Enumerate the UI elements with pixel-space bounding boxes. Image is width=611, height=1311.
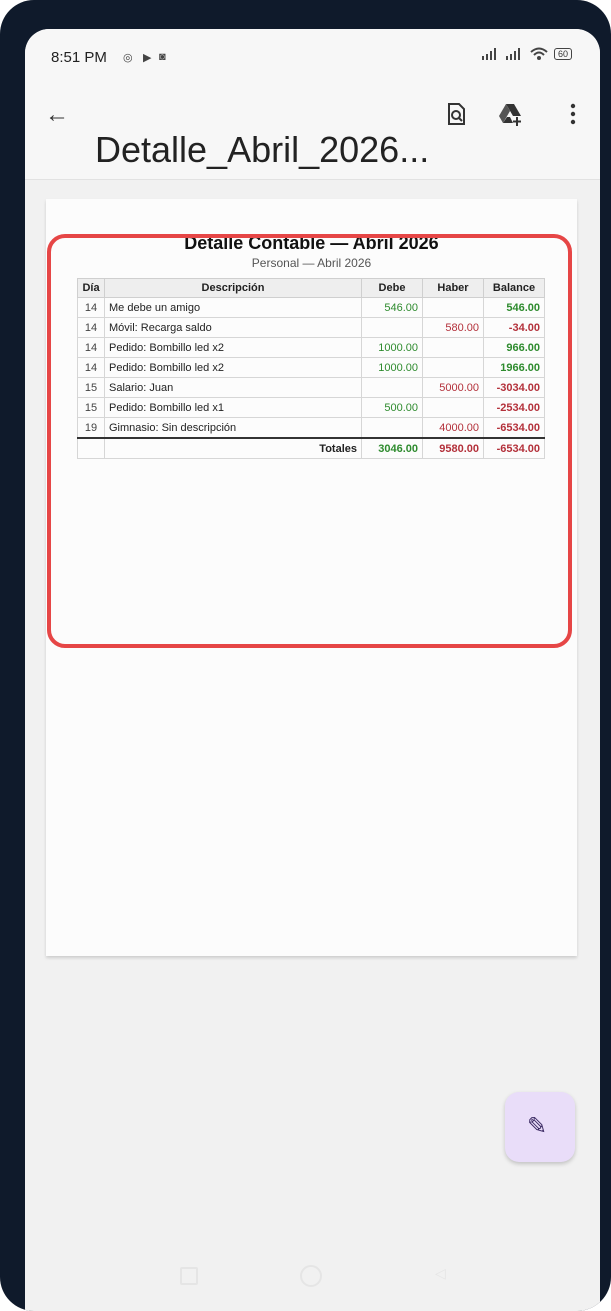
- sync-icon: ◎: [123, 52, 133, 64]
- document-search-icon[interactable]: [443, 101, 469, 127]
- signal-icon-2: [505, 48, 520, 60]
- status-right: 60: [481, 47, 572, 61]
- app-bar: ← Detalle_Abril_2026...: [25, 79, 600, 180]
- document-title: Detalle_Abril_2026...: [95, 129, 430, 170]
- home-icon[interactable]: [300, 1265, 322, 1287]
- status-bar: 8:51 PM ◎ ▶ ◙ 60: [25, 29, 600, 79]
- more-vert-icon[interactable]: [560, 101, 586, 127]
- highlight-box: [47, 234, 572, 648]
- wifi-icon: [530, 47, 548, 60]
- pdf-page: Detalle Contable — Abril 2026 Personal —…: [46, 199, 577, 956]
- google-drive-add-icon[interactable]: [498, 101, 524, 127]
- status-time: 8:51 PM: [51, 49, 107, 66]
- mi-icon: ◙: [159, 51, 166, 63]
- back-arrow-icon[interactable]: ←: [45, 101, 69, 129]
- nav-back-icon[interactable]: ◁: [435, 1265, 446, 1282]
- battery-icon: 60: [553, 48, 572, 60]
- edit-pen-icon: ✎: [527, 1113, 548, 1140]
- phone-frame: 8:51 PM ◎ ▶ ◙ 60 ← Detalle_Abril_2026...: [0, 0, 611, 1311]
- system-nav-bar: ◁: [25, 1261, 600, 1301]
- recents-icon[interactable]: [180, 1267, 198, 1285]
- screen: 8:51 PM ◎ ▶ ◙ 60 ← Detalle_Abril_2026...: [25, 29, 600, 1311]
- edit-fab-button[interactable]: ✎: [505, 1092, 575, 1162]
- signal-icon: [481, 48, 496, 60]
- play-icon: ▶: [143, 52, 152, 64]
